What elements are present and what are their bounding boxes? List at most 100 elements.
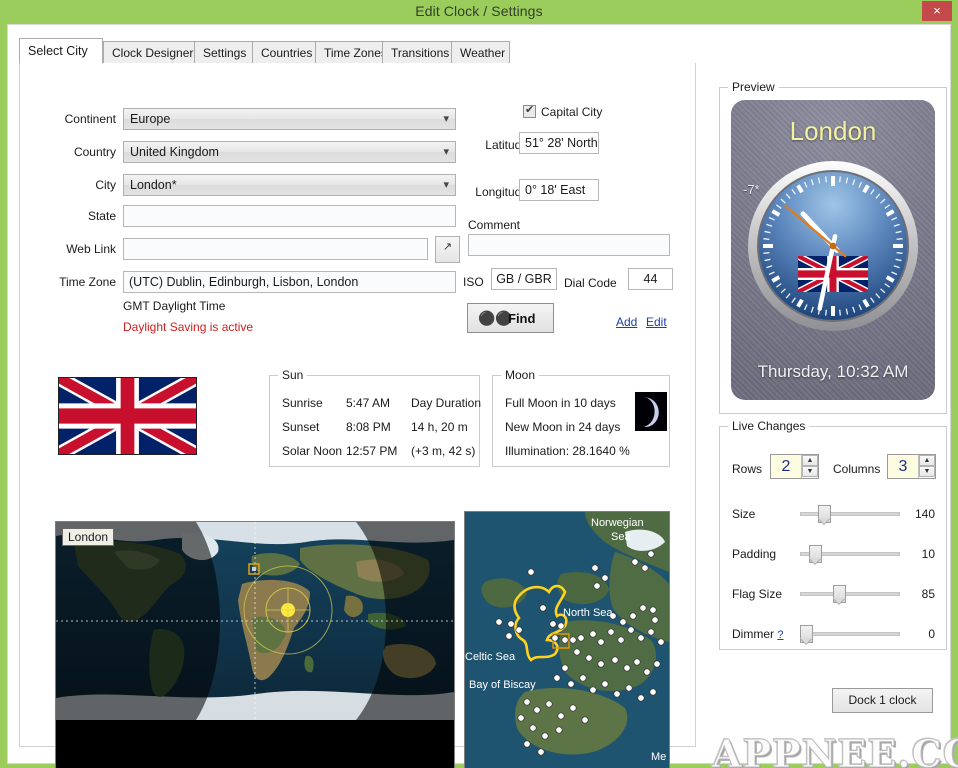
sunrise-label: Sunrise — [282, 396, 323, 410]
padding-slider[interactable] — [800, 545, 900, 563]
sunrise-value: 5:47 AM — [346, 396, 391, 410]
flag-size-slider[interactable] — [800, 585, 900, 603]
size-slider[interactable] — [800, 505, 900, 523]
rows-stepper-buttons[interactable]: ▲ ▼ — [801, 455, 818, 478]
preview-group: Preview London -7* Thursday, 10:32 AM — [719, 80, 947, 414]
region-map-svg: Norwegian Sea North Sea Celtic Sea Bay o… — [465, 512, 669, 768]
window-title: Edit Clock / Settings — [415, 3, 543, 19]
time-zone-input[interactable]: (UTC) Dublin, Edinburgh, Lisbon, London — [123, 271, 456, 293]
close-icon[interactable]: × — [922, 1, 952, 21]
padding-value: 10 — [921, 547, 935, 561]
tab-select-city[interactable]: Select City — [19, 38, 103, 64]
tab-time-zones[interactable]: Time Zones — [315, 41, 387, 64]
columns-decrement-icon[interactable]: ▼ — [919, 466, 935, 477]
chevron-down-icon: ▾ — [443, 146, 449, 158]
dimmer-value: 0 — [928, 627, 935, 641]
comment-input[interactable] — [468, 234, 670, 256]
solar-noon-value: 12:57 PM — [346, 444, 398, 458]
tab-transitions[interactable]: Transitions — [382, 41, 452, 64]
dock-clock-button[interactable]: Dock 1 clock — [832, 688, 933, 713]
crescent-moon-svg — [635, 392, 667, 431]
title-bar: Edit Clock / Settings × — [0, 0, 958, 24]
city-label: City — [95, 178, 116, 192]
rows-increment-icon[interactable]: ▲ — [802, 455, 818, 466]
size-value: 140 — [914, 507, 935, 521]
dimmer-help-icon[interactable]: ? — [777, 629, 783, 641]
world-map-city-label: London — [62, 528, 115, 546]
country-select[interactable]: United Kingdom ▾ — [123, 141, 456, 163]
city-value: London* — [130, 178, 177, 192]
edit-link[interactable]: Edit — [646, 315, 667, 329]
crescent-moon-icon — [635, 392, 667, 431]
rows-decrement-icon[interactable]: ▼ — [802, 466, 818, 477]
columns-stepper-buttons[interactable]: ▲ ▼ — [918, 455, 935, 478]
continent-select[interactable]: Europe ▾ — [123, 108, 456, 130]
moon-group-title: Moon — [501, 368, 540, 382]
size-slider-track — [800, 512, 900, 516]
tab-bar: Select City Clock Designer Settings Coun… — [19, 38, 696, 64]
tab-settings[interactable]: Settings — [194, 41, 253, 64]
capital-city-label: Capital City — [541, 105, 603, 119]
city-select[interactable]: London* ▾ — [123, 174, 456, 196]
region-map[interactable]: Norwegian Sea North Sea Celtic Sea Bay o… — [464, 511, 670, 768]
preview-group-title: Preview — [728, 80, 779, 94]
add-link[interactable]: Add — [616, 315, 637, 329]
latitude-label: Latitude — [485, 138, 528, 152]
gmt-note: GMT Daylight Time — [123, 299, 226, 313]
flag-size-value: 85 — [921, 587, 935, 601]
columns-increment-icon[interactable]: ▲ — [919, 455, 935, 466]
continent-value: Europe — [130, 112, 171, 126]
size-label: Size — [732, 507, 756, 521]
capital-city-checkbox[interactable]: Capital City — [523, 103, 603, 119]
external-link-icon[interactable]: ↗ — [435, 236, 460, 263]
iso-value[interactable]: GB / GBR — [491, 268, 557, 290]
clock-datetime: Thursday, 10:32 AM — [757, 362, 909, 381]
continent-label: Continent — [64, 112, 116, 126]
longitude-label: Longitude — [475, 185, 528, 199]
dimmer-slider-thumb[interactable] — [800, 625, 813, 643]
analog-clock-svg — [748, 161, 918, 331]
padding-slider-thumb[interactable] — [809, 545, 822, 563]
checkmark-icon — [523, 103, 536, 118]
longitude-input[interactable]: 0° 18' East — [519, 179, 599, 201]
columns-label: Columns — [833, 462, 881, 476]
state-input[interactable] — [123, 205, 456, 227]
columns-stepper[interactable]: 3 ▲ ▼ — [887, 454, 936, 479]
chevron-down-icon: ▾ — [443, 113, 449, 125]
world-map[interactable]: London — [55, 521, 455, 768]
full-moon-text: Full Moon in 10 days — [505, 396, 616, 410]
find-button[interactable]: ⚫⚫ Find — [467, 303, 554, 333]
sun-group-title: Sun — [278, 368, 308, 382]
select-city-panel: Continent Europe ▾ Country United Kingdo… — [19, 63, 696, 768]
illumination-text: Illumination: 28.1640 % — [505, 444, 630, 458]
clock-preview-tile[interactable]: London -7* Thursday, 10:32 AM — [731, 100, 935, 400]
tab-clock-designer[interactable]: Clock Designer — [103, 41, 195, 64]
moon-group: Moon Full Moon in 10 days New Moon in 24… — [492, 368, 670, 467]
svg-text:Celtic Sea: Celtic Sea — [465, 651, 516, 663]
tab-weather[interactable]: Weather — [451, 41, 510, 64]
dimmer-slider[interactable] — [800, 625, 900, 643]
svg-text:Norwegian: Norwegian — [591, 517, 644, 529]
analog-clock-face — [747, 160, 919, 332]
sunset-label: Sunset — [282, 420, 320, 434]
web-link-label: Web Link — [66, 242, 116, 256]
padding-label: Padding — [732, 547, 777, 561]
rows-stepper[interactable]: 2 ▲ ▼ — [770, 454, 819, 479]
flag-size-label: Flag Size — [732, 587, 783, 601]
svg-text:North Sea: North Sea — [563, 607, 613, 619]
uk-flag-svg — [59, 378, 196, 454]
latitude-input[interactable]: 51° 28' North — [519, 132, 599, 154]
watermark: APPNEE.COM — [712, 731, 958, 768]
time-zone-label: Time Zone — [59, 275, 116, 289]
size-slider-thumb[interactable] — [818, 505, 831, 523]
svg-text:Bay of Biscay: Bay of Biscay — [469, 679, 536, 691]
rows-label: Rows — [732, 462, 763, 476]
web-link-input[interactable] — [123, 238, 428, 260]
dst-note: Daylight Saving is active — [123, 320, 254, 334]
new-moon-text: New Moon in 24 days — [505, 420, 621, 434]
flag-size-slider-thumb[interactable] — [833, 585, 846, 603]
tab-countries[interactable]: Countries — [252, 41, 316, 64]
dial-code-value[interactable]: 44 — [628, 268, 673, 290]
clock-face-flag — [798, 256, 868, 292]
country-label: Country — [73, 145, 116, 159]
